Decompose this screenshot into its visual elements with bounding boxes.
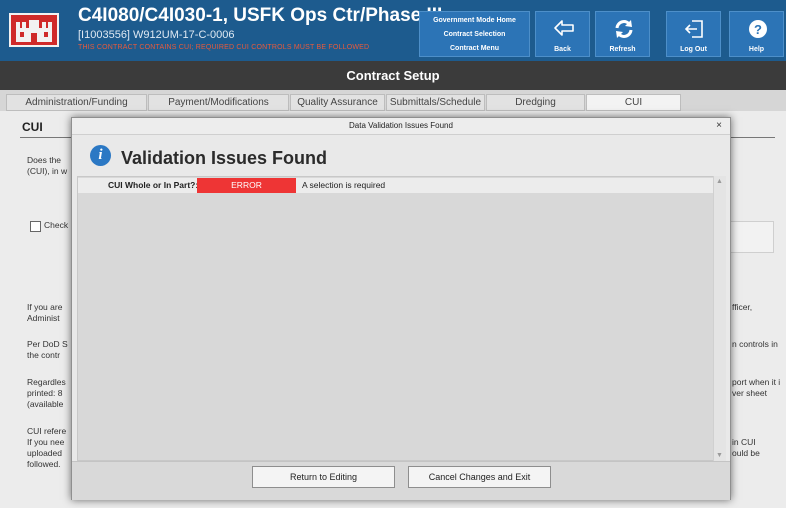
- scroll-down-icon[interactable]: ▼: [716, 452, 723, 459]
- tab-administration-funding[interactable]: Administration/Funding: [6, 94, 147, 111]
- logout-button[interactable]: Log Out: [666, 11, 721, 57]
- tab-cui[interactable]: CUI: [586, 94, 681, 111]
- nav-link-group: Government Mode Home Contract Selection …: [419, 11, 530, 57]
- page-text-fragment: Administ: [27, 313, 60, 323]
- svg-text:?: ?: [754, 22, 762, 37]
- issue-message: A selection is required: [302, 180, 386, 190]
- issues-list: CUI Whole or In Part?: ERROR A selection…: [77, 176, 715, 461]
- tab-submittals-schedule[interactable]: Submittals/Schedule: [386, 94, 485, 111]
- contract-id: [I1003556] W912UM-17-C-0006: [78, 29, 235, 41]
- page-text-fragment: fficer,: [732, 302, 753, 312]
- page-checkbox-label: Check: [44, 220, 69, 230]
- dialog-heading: Validation Issues Found: [121, 148, 328, 168]
- dialog-window-title: Data Validation Issues Found: [349, 121, 453, 130]
- dialog-titlebar: Data Validation Issues Found ×: [72, 118, 730, 135]
- cancel-changes-exit-button[interactable]: Cancel Changes and Exit: [408, 466, 551, 488]
- government-mode-home-link[interactable]: Government Mode Home: [420, 17, 529, 24]
- page-text-fragment: Per DoD S: [27, 339, 68, 349]
- close-icon[interactable]: ×: [712, 119, 726, 133]
- page-text-fragment: printed: 8: [27, 388, 63, 398]
- app-header: C4I080/C4I030-1, USFK Ops Ctr/Phase III …: [0, 0, 786, 61]
- logout-icon: [684, 20, 703, 38]
- section-title: Contract Setup: [346, 68, 440, 83]
- refresh-icon: [615, 20, 633, 38]
- contract-selection-link[interactable]: Contract Selection: [420, 31, 529, 38]
- issues-scrollbar[interactable]: ▲ ▼: [713, 176, 726, 461]
- page-text-fragment: (CUI), in w: [27, 166, 68, 176]
- page-text-fragment: port when it i: [732, 377, 781, 387]
- back-arrow-icon: [554, 20, 574, 36]
- dialog-footer: [72, 461, 730, 500]
- page-text-fragment: uploaded: [27, 448, 62, 458]
- logout-button-label: Log Out: [680, 46, 707, 53]
- page-text-fragment: the contr: [27, 350, 61, 360]
- back-button[interactable]: Back: [535, 11, 590, 57]
- scroll-up-icon[interactable]: ▲: [716, 178, 723, 185]
- back-button-label: Back: [554, 46, 571, 53]
- help-button-label: Help: [748, 46, 765, 53]
- error-badge: ERROR: [197, 178, 296, 193]
- page-text-fragment: If you are: [27, 302, 63, 312]
- app-title: C4I080/C4I030-1, USFK Ops Ctr/Phase III: [78, 5, 443, 26]
- page-text-fragment: CUI refere: [27, 426, 67, 436]
- info-icon: i: [90, 145, 111, 166]
- help-button[interactable]: ? Help: [729, 11, 784, 57]
- page-text-fragment: If you nee: [27, 437, 65, 447]
- page-checkbox[interactable]: [30, 221, 41, 232]
- page-text-fragment: n controls in: [732, 339, 778, 349]
- return-to-editing-button[interactable]: Return to Editing: [252, 466, 395, 488]
- page-text-fragment: (available: [27, 399, 64, 409]
- tab-payment-modifications[interactable]: Payment/Modifications: [148, 94, 289, 111]
- page-text-fragment: Regardles: [27, 377, 66, 387]
- page-text-fragment: in CUI: [732, 437, 756, 447]
- tab-dredging[interactable]: Dredging: [486, 94, 585, 111]
- page-text-fragment: ver sheet: [732, 388, 767, 398]
- page-heading: CUI: [22, 120, 43, 134]
- page-text-fragment: followed.: [27, 459, 61, 469]
- tab-quality-assurance[interactable]: Quality Assurance: [290, 94, 385, 111]
- issue-row: CUI Whole or In Part?: ERROR A selection…: [78, 178, 714, 193]
- contract-menu-link[interactable]: Contract Menu: [420, 45, 529, 52]
- help-icon: ?: [749, 20, 767, 38]
- refresh-button-label: Refresh: [609, 46, 636, 53]
- usace-castle-logo-icon: [9, 13, 59, 47]
- issue-field-name: CUI Whole or In Part?:: [108, 180, 199, 190]
- page-text-fragment: ould be: [732, 448, 760, 458]
- section-title-bar: Contract Setup: [0, 61, 786, 90]
- validation-dialog: Data Validation Issues Found × i Validat…: [71, 117, 731, 500]
- cui-warning-text: THIS CONTRACT CONTAINS CUI; REQUIRED CUI…: [78, 44, 370, 51]
- page-text-fragment: Does the: [27, 155, 62, 165]
- refresh-button[interactable]: Refresh: [595, 11, 650, 57]
